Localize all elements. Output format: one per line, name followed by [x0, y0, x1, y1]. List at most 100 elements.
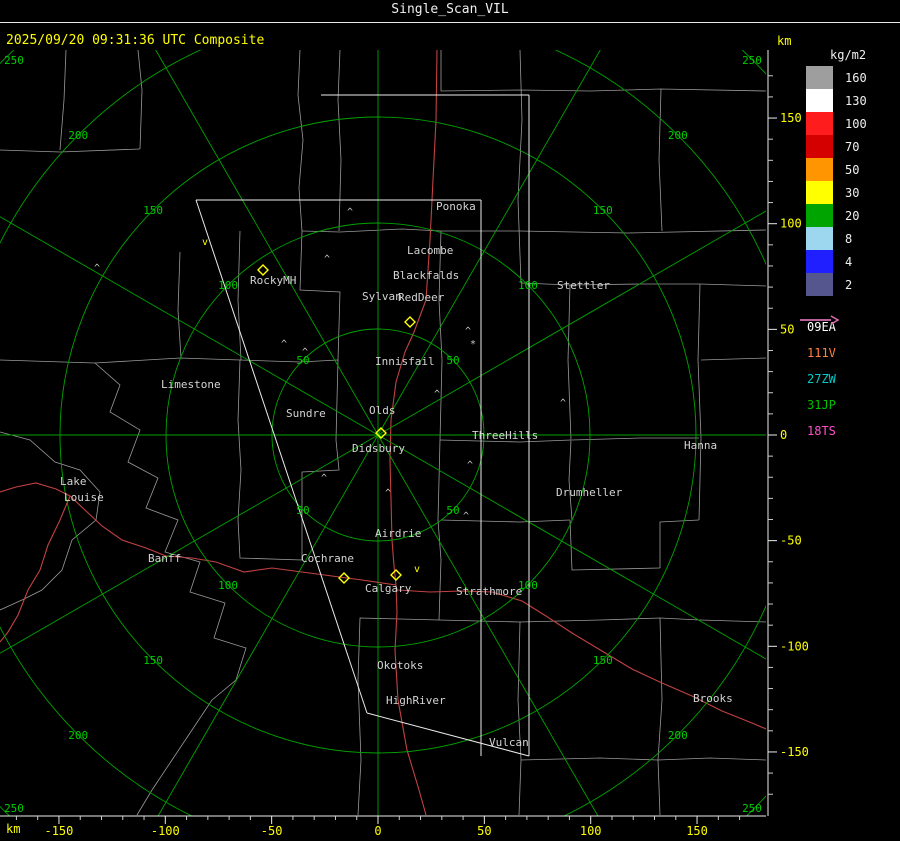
- city-label: Sylvan: [362, 290, 402, 303]
- city-label: Ponoka: [436, 200, 476, 213]
- right-axis-label: -150: [780, 745, 809, 759]
- radar-site-arrow-icon: [800, 315, 839, 325]
- city-label: Airdrie: [375, 527, 421, 540]
- radar-site-entry: 27ZW: [799, 315, 839, 392]
- legend-entry: 20: [806, 204, 867, 227]
- range-ring-label: 50: [446, 354, 459, 367]
- city-label: Calgary: [365, 582, 412, 595]
- legend-color-swatch: [806, 250, 833, 273]
- city-label: Drumheller: [556, 486, 623, 499]
- legend-value: 4: [845, 254, 853, 269]
- radar-site-id: 27ZW: [807, 372, 836, 386]
- range-ring-label: 250: [742, 54, 762, 67]
- legend-color-swatch: [806, 227, 833, 250]
- right-axis-label: -100: [780, 639, 809, 653]
- city-label: Brooks: [693, 692, 733, 705]
- city-label: Hanna: [684, 439, 717, 452]
- scan-timestamp: 2025/09/20 09:31:36 UTC Composite: [6, 33, 265, 48]
- range-ring-label: 100: [218, 279, 238, 292]
- radar-site-legend: 09EA 111V 27ZW 31JP 18TS: [799, 314, 839, 444]
- right-axis-label: 50: [780, 322, 794, 336]
- bottom-axis-label: 150: [686, 824, 708, 838]
- legend-entry: 50: [806, 158, 867, 181]
- range-ring-label: 250: [742, 802, 762, 815]
- station-mark: ^: [465, 326, 471, 337]
- bottom-axis-label: -100: [151, 824, 180, 838]
- legend-value: 2: [845, 277, 853, 292]
- legend-value: 130: [845, 93, 867, 108]
- station-mark: *: [470, 339, 476, 350]
- bottom-axis-label: -50: [261, 824, 283, 838]
- station-mark: ^: [321, 473, 327, 484]
- range-ring-label: 100: [218, 579, 238, 592]
- bottom-axis-label: 50: [477, 824, 491, 838]
- city-label: Sundre: [286, 407, 326, 420]
- city-label: Cochrane: [301, 552, 354, 565]
- range-ring-label: 150: [143, 654, 163, 667]
- station-mark: ^: [467, 460, 473, 471]
- legend-value: 30: [845, 185, 860, 200]
- radar-site-entry: 111V: [799, 315, 839, 366]
- legend-color-swatch: [806, 158, 833, 181]
- color-scale-legend: 160 130 100 70 50 30 20 8 4 2: [806, 66, 867, 296]
- map-background: [0, 50, 766, 816]
- legend-entry: 130: [806, 89, 867, 112]
- station-mark: ^: [347, 207, 353, 218]
- city-label: Limestone: [161, 378, 221, 391]
- station-mark: v: [202, 237, 208, 248]
- legend-color-swatch: [806, 89, 833, 112]
- city-label: Lake: [60, 475, 87, 488]
- legend-entry: 70: [806, 135, 867, 158]
- right-axis-label: -50: [780, 534, 802, 548]
- legend-entry: 100: [806, 112, 867, 135]
- station-mark: ^: [434, 389, 440, 400]
- legend-value: 160: [845, 70, 867, 85]
- range-ring-label: 200: [68, 129, 88, 142]
- city-label: RockyMH: [250, 274, 296, 287]
- city-label: Strathmore: [456, 585, 522, 598]
- right-axis-label: 100: [780, 217, 802, 231]
- legend-entry: 30: [806, 181, 867, 204]
- radar-display: 5050505010010010010015015015015020020020…: [0, 0, 900, 841]
- range-ring-label: 250: [4, 802, 24, 815]
- legend-entry: 2: [806, 273, 867, 296]
- city-label: Louise: [64, 491, 104, 504]
- legend-value: 8: [845, 231, 853, 246]
- map-canvas[interactable]: 5050505010010010010015015015015020020020…: [0, 0, 900, 841]
- range-ring-label: 100: [518, 279, 538, 292]
- range-ring-label: 250: [4, 54, 24, 67]
- city-label: Banff: [148, 552, 181, 565]
- legend-color-swatch: [806, 181, 833, 204]
- station-mark: ^: [302, 347, 308, 358]
- station-mark: ^: [463, 511, 469, 522]
- radar-application-window: 50 50 50 50 100 100 100 100 150 150 150 150 200 200 20…: [0, 0, 900, 841]
- legend-color-swatch: [806, 66, 833, 89]
- legend-unit-label: kg/m2: [830, 48, 867, 62]
- range-ring-label: 150: [593, 654, 613, 667]
- city-label: Stettler: [557, 279, 610, 292]
- city-label: Blackfalds: [393, 269, 459, 282]
- legend-color-swatch: [806, 204, 833, 227]
- radar-site-id: 31JP: [807, 398, 836, 412]
- station-mark: ^: [94, 263, 100, 274]
- bottom-axis-label: 0: [374, 824, 381, 838]
- range-ring-label: 200: [668, 129, 688, 142]
- legend-value: 70: [845, 139, 860, 154]
- title-separator-line: [0, 22, 900, 23]
- right-axis-unit: km: [777, 34, 792, 48]
- city-label: Vulcan: [489, 736, 529, 749]
- station-mark: v: [414, 564, 420, 575]
- range-ring-label: 150: [143, 204, 163, 217]
- station-mark: ^: [560, 398, 566, 409]
- station-mark: ^: [281, 339, 287, 350]
- legend-entry: 8: [806, 227, 867, 250]
- city-label: ThreeHills: [472, 429, 538, 442]
- city-label: HighRiver: [386, 694, 446, 707]
- legend-color-swatch: [806, 112, 833, 135]
- right-axis-label: 0: [780, 428, 787, 442]
- radar-site-id: 18TS: [807, 424, 836, 438]
- legend-value: 20: [845, 208, 860, 223]
- bottom-axis-label: 100: [580, 824, 602, 838]
- city-label: RedDeer: [398, 291, 445, 304]
- legend-value: 100: [845, 116, 867, 131]
